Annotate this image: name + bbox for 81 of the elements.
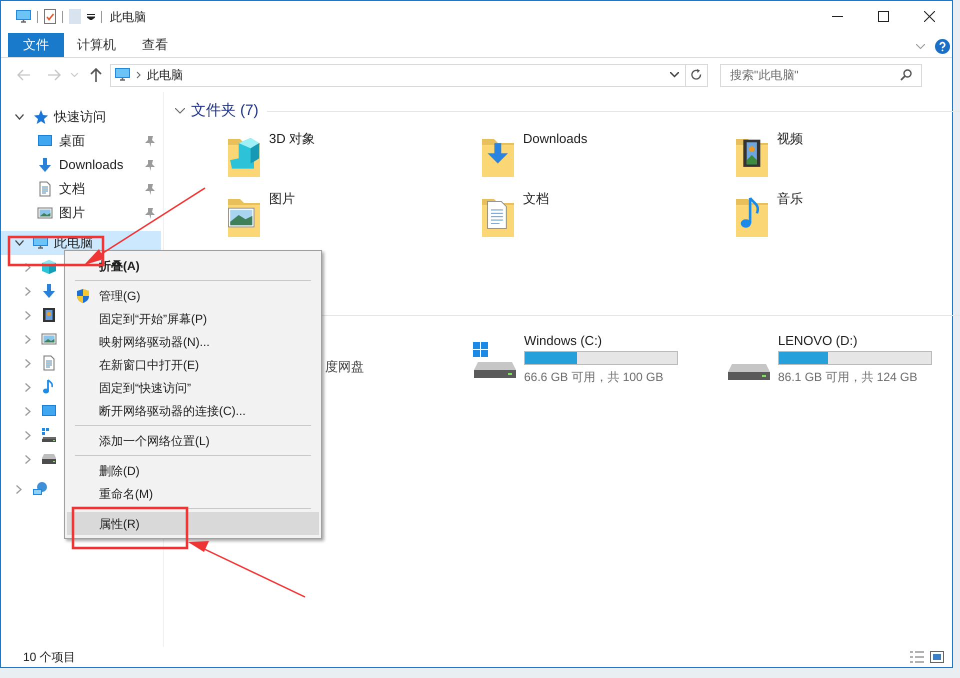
computer-icon — [114, 67, 130, 83]
breadcrumb-chevron-icon[interactable] — [136, 71, 141, 79]
window-title: 此电脑 — [110, 8, 146, 26]
collapsed-caret-icon[interactable] — [25, 334, 31, 344]
collapsed-caret-icon[interactable] — [25, 382, 31, 392]
customize-toolbar-caret-icon[interactable] — [87, 14, 95, 20]
menu-item[interactable]: 在新窗口中打开(E) — [67, 353, 319, 376]
collapsed-caret-icon[interactable] — [25, 286, 31, 296]
menu-item[interactable]: 重命名(M) — [67, 482, 319, 505]
folder-name[interactable]: Downloads — [523, 129, 588, 148]
collapsed-caret-icon[interactable] — [25, 406, 31, 416]
help-icon[interactable] — [935, 39, 950, 54]
tree-item[interactable]: 图片 — [1, 201, 161, 225]
expanded-caret-icon[interactable] — [14, 240, 24, 246]
large-icons-view-icon[interactable] — [930, 651, 944, 663]
windows-drive-icon — [41, 427, 57, 443]
tree-item[interactable]: Downloads — [1, 153, 161, 177]
picture-icon — [37, 205, 53, 221]
drive-space-text: 86.1 GB 可用，共 124 GB — [778, 369, 918, 386]
collapsed-caret-icon[interactable] — [25, 358, 31, 368]
document-icon — [37, 181, 53, 197]
document-icon — [41, 355, 57, 371]
drive-icon — [726, 362, 772, 380]
windows-drive-icon — [472, 342, 518, 380]
minimize-icon — [832, 16, 842, 17]
collapsed-caret-icon[interactable] — [25, 262, 31, 272]
breadcrumb-item[interactable]: 此电脑 — [147, 66, 183, 84]
desktop-icon — [37, 133, 53, 149]
collapse-caret-icon[interactable] — [175, 108, 185, 114]
section-heading: 文件夹 (7) — [191, 100, 258, 121]
menu-item[interactable]: 断开网络驱动器的连接(C)... — [67, 399, 319, 422]
drive-name[interactable]: Windows (C:) — [524, 332, 678, 350]
search-field[interactable]: 搜索"此电脑" — [720, 64, 922, 86]
collapsed-caret-icon[interactable] — [25, 310, 31, 320]
collapsed-caret-icon[interactable] — [25, 454, 31, 464]
cube-icon — [41, 259, 57, 275]
drive-name[interactable]: 度网盘 — [325, 357, 364, 376]
drive-icon — [41, 451, 57, 467]
refresh-icon[interactable] — [691, 69, 702, 81]
folder-name[interactable]: 3D 对象 — [269, 129, 316, 148]
dropdown-caret-icon[interactable] — [670, 72, 679, 78]
maximize-icon — [878, 11, 888, 22]
drive-space-text: 66.6 GB 可用，共 100 GB — [524, 369, 664, 386]
menu-item[interactable]: 删除(D) — [67, 459, 319, 482]
desktop-icon — [41, 403, 57, 419]
menu-item[interactable]: 固定到“开始”屏幕(P) — [67, 307, 319, 330]
ribbon-tab[interactable]: 计算机 — [64, 33, 129, 57]
close-icon — [924, 11, 934, 22]
menu-item[interactable]: 管理(G) — [67, 284, 319, 307]
expanded-caret-icon[interactable] — [14, 114, 24, 120]
item-count: 10 个项目 — [23, 649, 76, 666]
folder-name[interactable]: 视频 — [777, 129, 803, 148]
download-arrow-icon — [41, 283, 57, 299]
tree-item[interactable]: 快速访问 — [1, 105, 161, 129]
collapsed-caret-icon[interactable] — [25, 430, 31, 440]
network-globe-icon — [32, 481, 48, 497]
properties-icon[interactable] — [44, 9, 56, 24]
film-strip-icon — [41, 307, 57, 323]
computer-icon[interactable] — [15, 8, 31, 24]
ribbon-tab[interactable]: 文件 — [8, 33, 64, 57]
shield-icon — [75, 288, 91, 304]
search-icon — [900, 68, 912, 80]
up-arrow-icon[interactable] — [90, 68, 102, 82]
folder-name[interactable]: 文档 — [523, 189, 549, 208]
ribbon-tab[interactable]: 查看 — [129, 33, 181, 57]
address-bar[interactable]: 此电脑 — [110, 64, 708, 86]
folder-name[interactable]: 音乐 — [777, 189, 803, 208]
tree-item[interactable]: 桌面 — [1, 129, 161, 153]
menu-item[interactable]: 属性(R) — [67, 512, 319, 535]
details-view-icon[interactable] — [910, 651, 924, 663]
menu-item[interactable]: 固定到“快速访问” — [67, 376, 319, 399]
collapsed-caret-icon[interactable] — [16, 484, 22, 494]
star-icon — [32, 109, 48, 125]
folder-name[interactable]: 图片 — [269, 189, 295, 208]
menu-item[interactable]: 映射网络驱动器(N)... — [67, 330, 319, 353]
drive-name[interactable]: LENOVO (D:) — [778, 332, 932, 350]
tree-item[interactable]: 文档 — [1, 177, 161, 201]
picture-icon — [41, 331, 57, 347]
download-arrow-icon — [37, 157, 53, 173]
expand-ribbon-icon[interactable] — [916, 44, 925, 49]
menu-item[interactable]: 添加一个网络位置(L) — [67, 429, 319, 452]
